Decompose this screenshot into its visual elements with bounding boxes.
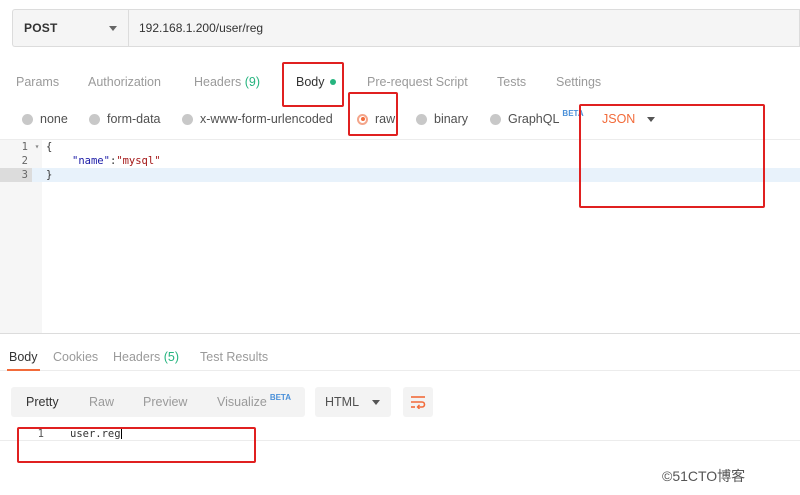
line-number: 3 xyxy=(0,168,32,182)
tab-authorization[interactable]: Authorization xyxy=(88,75,161,89)
body-modified-dot xyxy=(329,79,336,85)
tab-params[interactable]: Params xyxy=(16,75,59,89)
response-tab-body[interactable]: Body xyxy=(9,350,38,364)
radio-raw[interactable]: raw xyxy=(357,112,395,126)
view-preview-button[interactable]: Preview xyxy=(143,395,187,409)
body-editor[interactable]: 1 ▾ { 2 "name":"mysql" 3 } xyxy=(0,139,800,334)
tab-body[interactable]: Body xyxy=(296,75,336,89)
view-mode-group: Pretty Raw Preview Visualize BETA xyxy=(11,387,305,417)
response-tabs: Body Cookies Headers (5) Test Results xyxy=(0,341,800,371)
body-type-selector: none form-data x-www-form-urlencoded raw… xyxy=(0,108,800,130)
method-select[interactable]: POST xyxy=(12,9,128,47)
radio-graphql-label: GraphQL xyxy=(508,112,560,126)
code-text: "name":"mysql" xyxy=(72,154,161,168)
radio-circle xyxy=(89,113,100,125)
format-label: HTML xyxy=(325,395,360,409)
language-select[interactable]: JSON xyxy=(602,112,656,126)
beta-badge: BETA xyxy=(269,393,291,402)
request-tabs: Params Authorization Headers (9) Body Pr… xyxy=(0,64,800,98)
wrap-lines-icon xyxy=(411,396,426,409)
editor-line-active: 3 } xyxy=(0,168,800,182)
tab-headers[interactable]: Headers (9) xyxy=(194,75,260,89)
json-key: "name" xyxy=(72,155,110,167)
radio-circle-checked xyxy=(357,113,368,125)
view-visualize-button[interactable]: Visualize BETA xyxy=(217,393,291,409)
code-text: { xyxy=(46,141,53,153)
radio-raw-label: raw xyxy=(375,112,396,126)
radio-none[interactable]: none xyxy=(22,112,68,126)
tab-settings[interactable]: Settings xyxy=(556,75,601,89)
language-label: JSON xyxy=(602,112,636,126)
response-tab-headers-label: Headers xyxy=(113,350,161,364)
response-tab-test-results[interactable]: Test Results xyxy=(200,350,268,364)
tab-tests[interactable]: Tests xyxy=(497,75,526,89)
radio-form-data-label: form-data xyxy=(107,112,161,126)
chevron-down-icon xyxy=(647,116,656,122)
response-format-select[interactable]: HTML xyxy=(315,387,391,417)
response-text: user.reg xyxy=(70,427,122,441)
wrap-lines-button[interactable] xyxy=(403,387,433,417)
request-bar: POST 192.168.1.200/user/reg xyxy=(12,9,800,47)
radio-form-data[interactable]: form-data xyxy=(89,112,161,126)
json-value: "mysql" xyxy=(116,155,161,167)
headers-count: (9) xyxy=(244,75,261,89)
response-headers-count: (5) xyxy=(163,350,180,364)
url-input[interactable]: 192.168.1.200/user/reg xyxy=(128,9,800,47)
radio-urlencoded[interactable]: x-www-form-urlencoded xyxy=(182,112,333,126)
response-tab-headers[interactable]: Headers (5) xyxy=(113,350,179,364)
tab-headers-label: Headers xyxy=(194,75,242,89)
response-line-number: 1 xyxy=(37,428,44,440)
view-pretty-button[interactable]: Pretty xyxy=(26,395,59,409)
fold-arrow-icon[interactable]: ▾ xyxy=(32,140,42,154)
radio-circle xyxy=(490,113,501,125)
text-cursor xyxy=(120,427,122,439)
radio-binary-label: binary xyxy=(434,112,469,126)
line-number: 1 xyxy=(21,141,28,153)
active-tab-underline xyxy=(7,369,40,371)
radio-binary[interactable]: binary xyxy=(416,112,468,126)
response-view-bar: Pretty Raw Preview Visualize BETA xyxy=(11,387,305,417)
chevron-down-icon xyxy=(109,25,117,31)
watermark: ©51CTO博客 xyxy=(662,468,746,484)
radio-circle xyxy=(416,113,427,125)
editor-line: 2 "name":"mysql" xyxy=(0,154,800,168)
tab-prerequest-script[interactable]: Pre-request Script xyxy=(367,75,468,89)
response-tab-cookies[interactable]: Cookies xyxy=(53,350,98,364)
response-text-content: user.reg xyxy=(70,428,121,440)
method-label: POST xyxy=(24,21,58,35)
radio-none-label: none xyxy=(40,112,68,126)
tab-body-label: Body xyxy=(296,75,325,89)
url-text: 192.168.1.200/user/reg xyxy=(139,21,264,35)
chevron-down-icon xyxy=(372,399,380,405)
code-text: } xyxy=(46,169,53,181)
radio-urlencoded-label: x-www-form-urlencoded xyxy=(200,112,333,126)
view-raw-button[interactable]: Raw xyxy=(89,395,114,409)
radio-circle xyxy=(22,113,33,125)
editor-line: 1 ▾ { xyxy=(0,140,800,154)
visualize-label: Visualize xyxy=(217,395,267,409)
line-number: 2 xyxy=(21,155,28,167)
response-body[interactable]: 1 user.reg xyxy=(0,427,800,441)
radio-graphql[interactable]: GraphQL BETA xyxy=(490,108,584,126)
pane-divider[interactable] xyxy=(0,333,800,334)
radio-circle xyxy=(182,113,193,125)
beta-badge: BETA xyxy=(562,108,584,118)
